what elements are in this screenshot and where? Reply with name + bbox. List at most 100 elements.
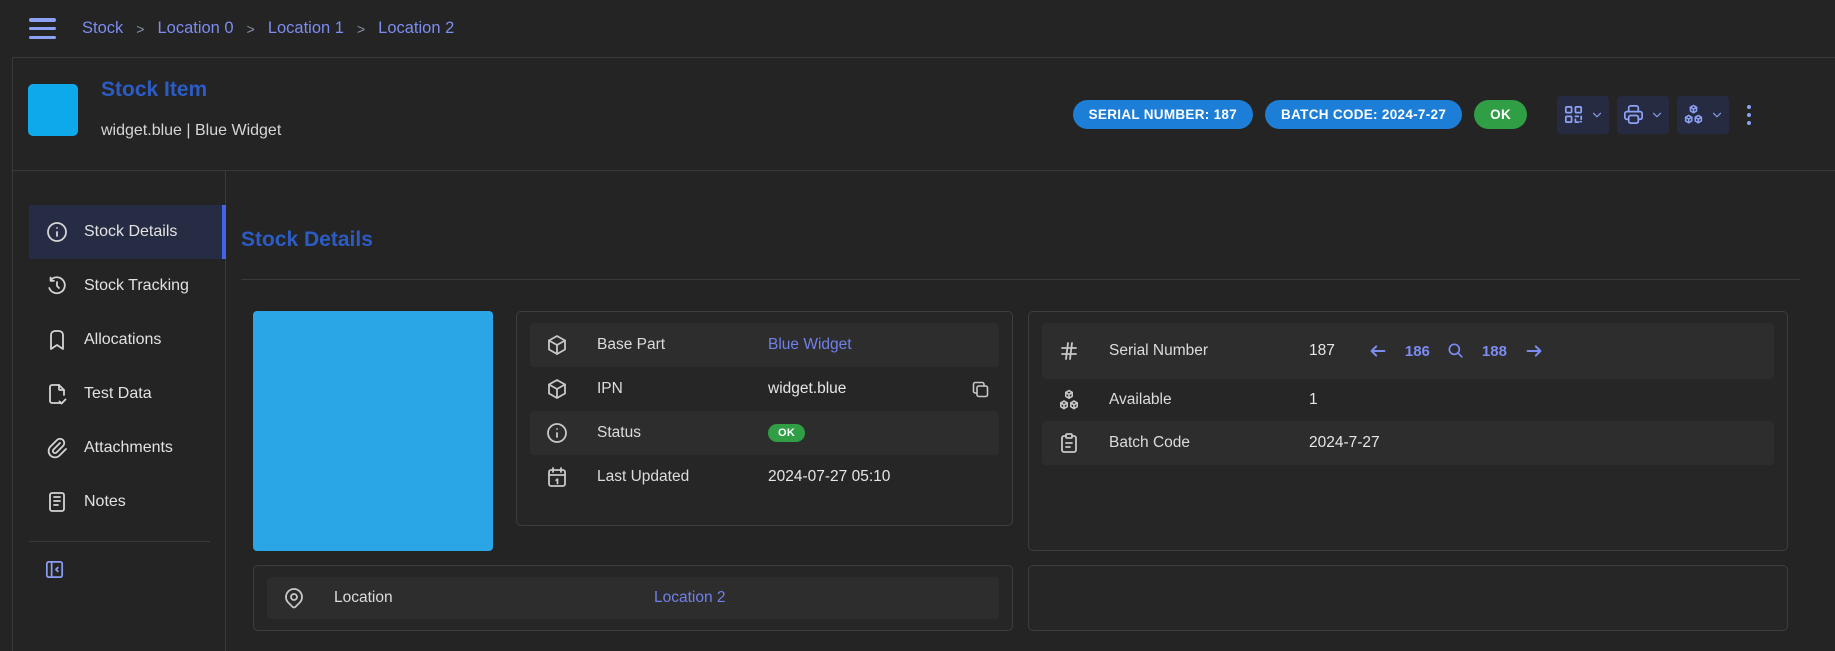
breadcrumb-stock[interactable]: Stock xyxy=(82,19,123,38)
print-actions-button[interactable] xyxy=(1617,96,1669,134)
breadcrumb-location-0[interactable]: Location 0 xyxy=(157,19,233,38)
stock-details-card: Serial Number 187 186 188 Available xyxy=(1028,311,1788,551)
stock-item-image[interactable] xyxy=(253,311,493,551)
last-updated-value: 2024-07-27 05:10 xyxy=(768,468,890,486)
part-details-card: Base Part Blue Widget IPN widget.blue xyxy=(516,311,1013,526)
sidebar-item-label: Stock Details xyxy=(84,223,177,241)
chevron-down-icon xyxy=(1590,108,1604,122)
copy-icon xyxy=(970,379,991,400)
serial-number-badge: SERIAL NUMBER: 187 xyxy=(1073,100,1253,129)
base-part-link[interactable]: Blue Widget xyxy=(768,336,852,354)
hamburger-menu-icon[interactable] xyxy=(29,18,56,39)
box-icon xyxy=(545,333,569,357)
sidebar-item-notes[interactable]: Notes xyxy=(29,475,226,529)
previous-serial-link[interactable]: 186 xyxy=(1405,343,1430,360)
serial-navigation: 186 188 xyxy=(1367,340,1545,362)
sidebar-item-stock-tracking[interactable]: Stock Tracking xyxy=(29,259,226,313)
row-label: Base Part xyxy=(597,336,768,354)
sidebar-item-label: Allocations xyxy=(84,331,161,349)
panel-heading: Stock Details xyxy=(241,228,1800,252)
history-icon xyxy=(45,274,69,298)
sidebar-item-label: Stock Tracking xyxy=(84,277,189,295)
row-label: Batch Code xyxy=(1109,434,1309,452)
right-column: Serial Number 187 186 188 Available xyxy=(1028,311,1788,631)
search-icon[interactable] xyxy=(1446,341,1466,361)
available-value: 1 xyxy=(1309,391,1318,409)
batch-code-value: 2024-7-27 xyxy=(1309,434,1380,452)
main-panel: Stock Details Base Part Blue Widget xyxy=(227,171,1835,651)
chevron-down-icon xyxy=(1650,108,1664,122)
sidebar-item-test-data[interactable]: Test Data xyxy=(29,367,226,421)
status-row: Status OK xyxy=(530,411,999,455)
info-circle-icon xyxy=(45,220,69,244)
ipn-value: widget.blue xyxy=(768,380,846,398)
paperclip-icon xyxy=(45,436,69,460)
bookmark-icon xyxy=(45,328,69,352)
available-row: Available 1 xyxy=(1042,379,1774,421)
page-header: Stock Item widget.blue | Blue Widget SER… xyxy=(13,58,1835,171)
row-label: Serial Number xyxy=(1109,342,1309,360)
page-container: Stock Item widget.blue | Blue Widget SER… xyxy=(12,57,1835,651)
location-link[interactable]: Location 2 xyxy=(654,589,726,607)
packages-icon xyxy=(1682,103,1705,126)
sidebar-item-label: Attachments xyxy=(84,439,173,457)
serial-number-value: 187 xyxy=(1309,342,1335,360)
left-column: Base Part Blue Widget IPN widget.blue xyxy=(253,311,1013,631)
last-updated-row: Last Updated 2024-07-27 05:10 xyxy=(530,455,999,499)
row-label: Available xyxy=(1109,391,1309,409)
heading-divider xyxy=(241,279,1800,280)
stock-item-thumbnail[interactable] xyxy=(28,84,78,136)
ipn-row: IPN widget.blue xyxy=(530,367,999,411)
map-pin-icon xyxy=(282,586,306,610)
printer-icon xyxy=(1622,103,1645,126)
chevron-down-icon xyxy=(1710,108,1724,122)
sidebar-divider xyxy=(29,541,210,542)
box-icon xyxy=(545,377,569,401)
status-ok-pill: OK xyxy=(768,424,805,442)
top-navigation-bar: Stock > Location 0 > Location 1 > Locati… xyxy=(0,0,1835,57)
batch-code-badge: BATCH CODE: 2024-7-27 xyxy=(1265,100,1462,129)
sidebar-collapse-button[interactable] xyxy=(43,558,66,581)
breadcrumb-separator: > xyxy=(247,21,255,37)
empty-card xyxy=(1028,565,1788,631)
batch-code-row: Batch Code 2024-7-27 xyxy=(1042,421,1774,465)
sidebar-item-stock-details[interactable]: Stock Details xyxy=(29,205,226,259)
breadcrumb-separator: > xyxy=(136,21,144,37)
sidebar-collapse-icon xyxy=(43,558,66,581)
packages-icon xyxy=(1057,388,1081,412)
base-part-row: Base Part Blue Widget xyxy=(530,323,999,367)
row-label: IPN xyxy=(597,380,768,398)
row-label: Location xyxy=(334,589,654,607)
breadcrumb-location-2[interactable]: Location 2 xyxy=(378,19,454,38)
breadcrumb-location-1[interactable]: Location 1 xyxy=(268,19,344,38)
next-serial-link[interactable]: 188 xyxy=(1482,343,1507,360)
qr-code-icon xyxy=(1562,103,1585,126)
sidebar-item-label: Test Data xyxy=(84,385,152,403)
notes-icon xyxy=(45,490,69,514)
barcode-actions-button[interactable] xyxy=(1557,96,1609,134)
status-ok-badge: OK xyxy=(1474,100,1527,129)
breadcrumb-separator: > xyxy=(357,21,365,37)
clipboard-icon xyxy=(1057,431,1081,455)
breadcrumb: Stock > Location 0 > Location 1 > Locati… xyxy=(82,19,454,38)
sidebar-item-label: Notes xyxy=(84,493,126,511)
sidebar-item-allocations[interactable]: Allocations xyxy=(29,313,226,367)
file-check-icon xyxy=(45,382,69,406)
row-label: Last Updated xyxy=(597,468,768,486)
calendar-icon xyxy=(545,465,569,489)
more-actions-menu-icon[interactable] xyxy=(1747,105,1751,125)
sidebar-item-attachments[interactable]: Attachments xyxy=(29,421,226,475)
stock-actions-button[interactable] xyxy=(1677,96,1729,134)
location-card: Location Location 2 xyxy=(253,565,1013,631)
serial-number-row: Serial Number 187 186 188 xyxy=(1042,323,1774,379)
page-subtitle: widget.blue | Blue Widget xyxy=(101,122,281,140)
hash-icon xyxy=(1057,339,1081,363)
row-label: Status xyxy=(597,424,768,442)
copy-button[interactable] xyxy=(970,379,991,400)
sidebar: Stock Details Stock Tracking Allocations… xyxy=(13,171,226,651)
arrow-left-icon[interactable] xyxy=(1367,340,1389,362)
arrow-right-icon[interactable] xyxy=(1523,340,1545,362)
page-title: Stock Item xyxy=(101,78,207,102)
location-row: Location Location 2 xyxy=(267,577,999,619)
info-circle-icon xyxy=(545,421,569,445)
